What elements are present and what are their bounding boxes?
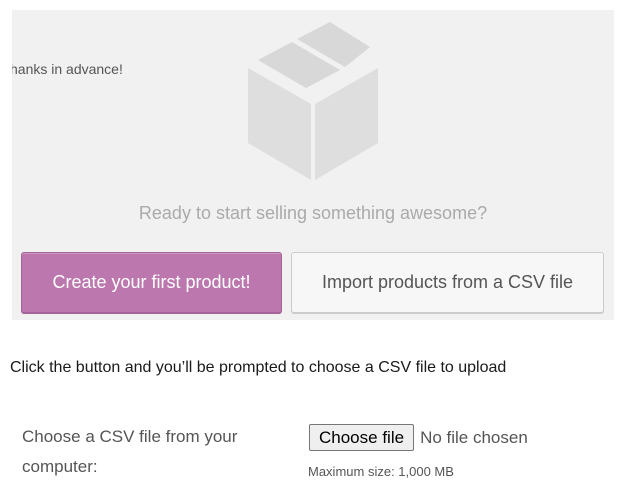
max-upload-size-text: Maximum size: 1,000 MB xyxy=(308,464,454,479)
upload-instruction-text: Click the button and you’ll be prompted … xyxy=(10,359,507,376)
box-icon xyxy=(248,22,378,180)
create-first-product-button[interactable]: Create your first product! xyxy=(21,252,282,313)
panel-message-text: hanks in advance! xyxy=(12,61,123,77)
csv-file-input[interactable]: Choose file No file chosen xyxy=(309,424,528,451)
choose-file-button[interactable]: Choose file xyxy=(309,424,415,451)
empty-state-panel: hanks in advance! Ready to start selling… xyxy=(12,10,614,320)
import-csv-button[interactable]: Import products from a CSV file xyxy=(291,252,604,313)
file-status-text: No file chosen xyxy=(420,427,528,447)
empty-state-tagline: Ready to start selling something awesome… xyxy=(138,203,488,223)
csv-file-label: Choose a CSV file from your computer: xyxy=(22,427,238,476)
